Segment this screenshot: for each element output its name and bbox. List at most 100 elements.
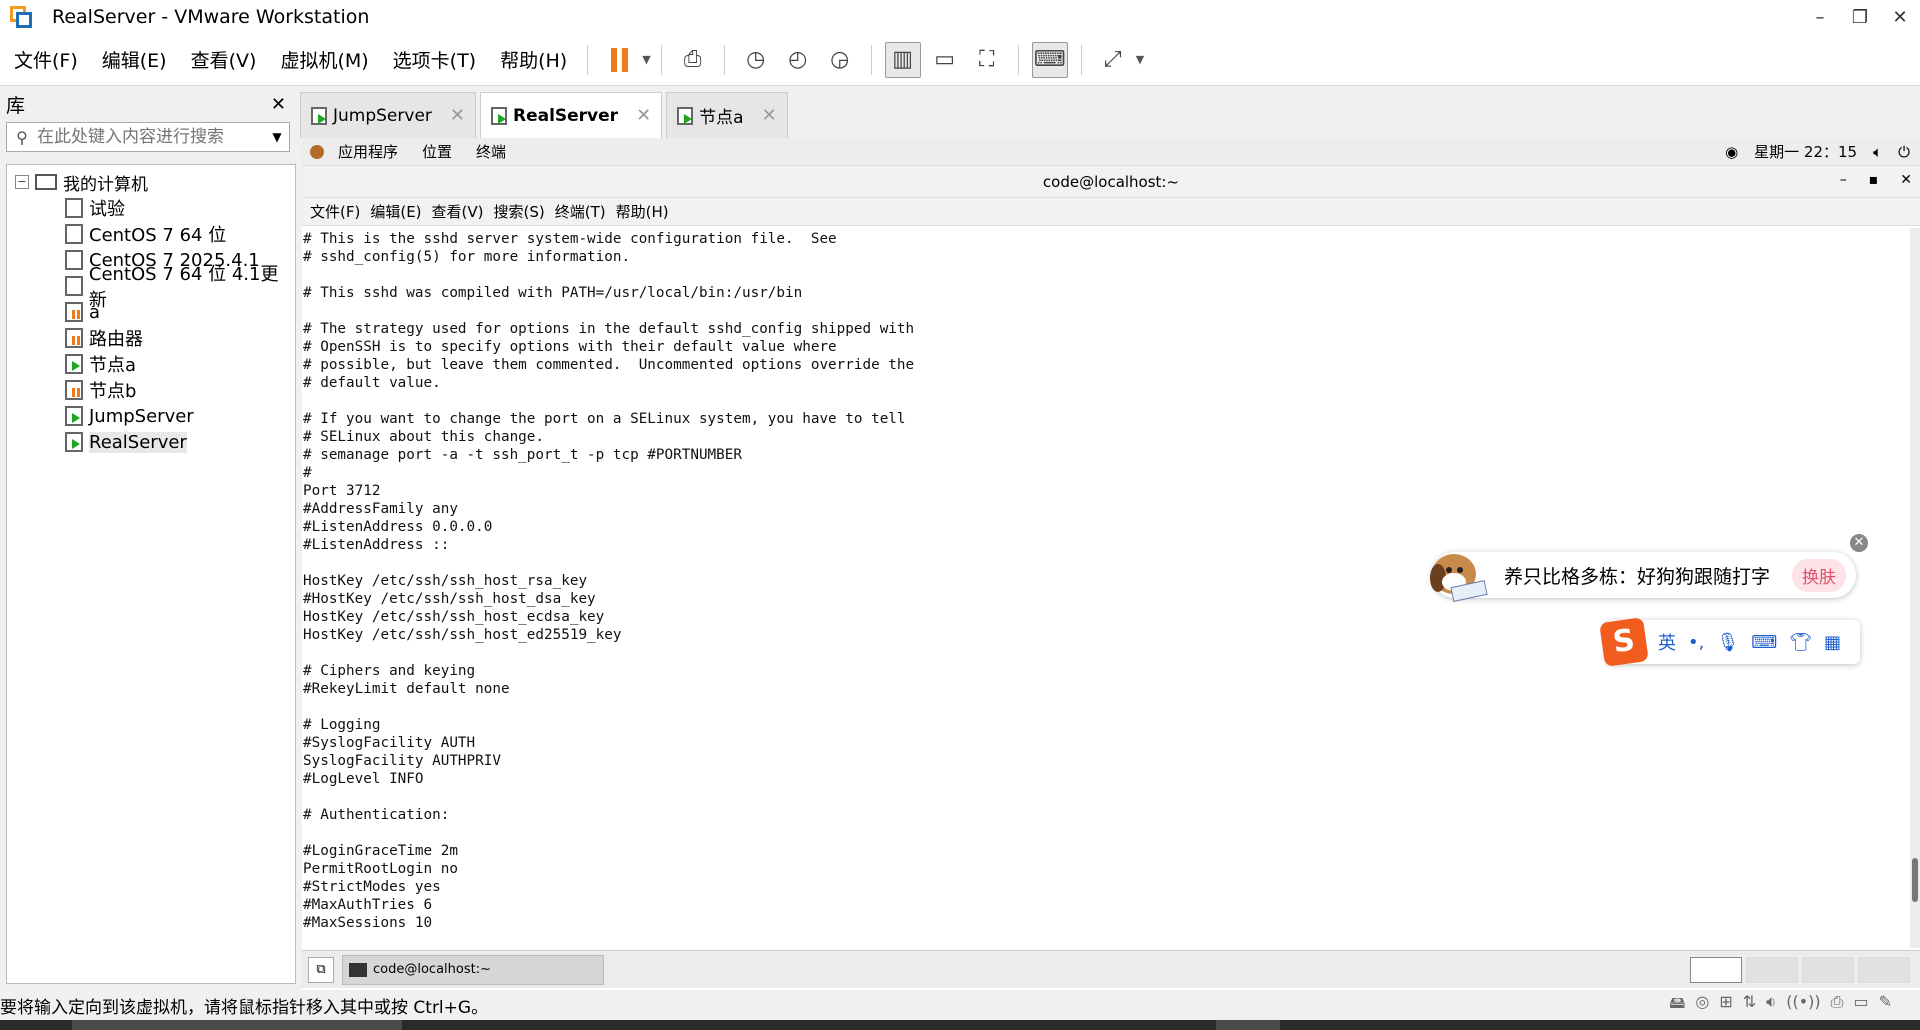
menu-tabs[interactable]: 选项卡(T)	[383, 46, 486, 73]
clock[interactable]: 星期一 22：15	[1754, 141, 1857, 162]
printer-icon[interactable]: ⎙	[1831, 992, 1844, 1019]
network-icon[interactable]: ⊞	[1719, 992, 1732, 1019]
tree-item[interactable]: 试验	[7, 195, 295, 221]
workspace-3[interactable]	[1802, 956, 1854, 983]
tab-close-icon[interactable]: ✕	[762, 105, 777, 126]
ime-punctuation-toggle[interactable]: •,	[1688, 632, 1704, 653]
library-title: 库	[6, 94, 26, 117]
revert-snapshot-icon[interactable]: ◴	[780, 42, 816, 78]
tab-close-icon[interactable]: ✕	[636, 105, 651, 126]
tree-item[interactable]: CentOS 7 64 位 4.1更新	[7, 264, 295, 311]
toolbox-icon[interactable]: ▦	[1824, 632, 1841, 653]
microphone-icon[interactable]: 🎙︎	[1716, 632, 1739, 653]
workspace-2[interactable]	[1746, 956, 1798, 983]
tab-node-a[interactable]: 节点a ✕	[666, 92, 788, 138]
pause-icon[interactable]	[601, 42, 637, 78]
show-desktop-icon[interactable]: ⧉	[308, 956, 334, 983]
window-list-label: code@localhost:~	[373, 962, 491, 977]
menu-edit[interactable]: 编辑(E)	[92, 46, 177, 73]
usb-icon[interactable]: ⇅	[1743, 992, 1756, 1019]
library-close-button[interactable]: ✕	[271, 94, 286, 115]
tree-item[interactable]: JumpServer	[7, 403, 295, 429]
menu-vm[interactable]: 虚拟机(M)	[270, 46, 378, 73]
gnome-top-bar: 应用程序 位置 终端 ◉ 星期一 22：15 🔈︎ ⏻	[302, 138, 1920, 166]
tree-item[interactable]: 路由器	[7, 325, 295, 351]
stretch-icon[interactable]: ⤢	[1095, 42, 1131, 78]
menu-view[interactable]: 查看(V)	[181, 46, 267, 73]
thumbnail-bar-icon[interactable]: ▭	[927, 42, 963, 78]
show-library-icon[interactable]: ▥	[884, 41, 921, 78]
toolbar-separator	[660, 44, 662, 75]
library-search: ⚲ ▼	[6, 122, 290, 152]
bluetooth-icon[interactable]: ((•))	[1786, 992, 1820, 1019]
status-bar: 要将输入定向到该虚拟机，请将鼠标指针移入其中或按 Ctrl+G。 🖴︎ ◎ ⊞ …	[0, 990, 1920, 1020]
tab-close-icon[interactable]: ✕	[450, 105, 465, 126]
workspace-1[interactable]	[1690, 956, 1742, 983]
tree-root[interactable]: − 我的计算机	[7, 169, 295, 195]
minimize-button[interactable]: –	[1800, 7, 1840, 28]
vm-running-icon	[677, 106, 694, 125]
volume-icon[interactable]: 🔈︎	[1873, 143, 1882, 161]
applications-menu[interactable]: 应用程序	[338, 141, 398, 162]
terminal-close-button[interactable]: ✕	[1900, 172, 1912, 188]
send-ctrl-alt-del-icon[interactable]: ⎙	[675, 42, 711, 78]
maximize-button[interactable]: ❐	[1840, 7, 1880, 28]
tree-item[interactable]: 节点b	[7, 377, 295, 403]
terminal-menu-view[interactable]: 查看(V)	[432, 201, 484, 222]
collapse-icon[interactable]: −	[15, 175, 29, 189]
tree-item-selected[interactable]: RealServer	[7, 429, 295, 455]
display-icon[interactable]: ▭	[1853, 992, 1868, 1019]
vm-running-icon	[490, 106, 507, 125]
sogou-logo-icon[interactable]: S	[1599, 617, 1649, 667]
ime-tip-close-button[interactable]: ✕	[1850, 534, 1868, 552]
terminal-menu-file[interactable]: 文件(F)	[310, 201, 360, 222]
snapshot-icon[interactable]: ◷	[738, 42, 774, 78]
search-input[interactable]	[37, 127, 265, 147]
tree-item-label: RealServer	[89, 431, 187, 453]
vm-icon	[65, 224, 83, 244]
terminal-menu-edit[interactable]: 编辑(E)	[370, 201, 421, 222]
terminal-minimize-button[interactable]: –	[1840, 172, 1847, 188]
tree-item-label: CentOS 7 64 位 4.1更新	[88, 264, 279, 311]
terminal-menu-help[interactable]: 帮助(H)	[616, 201, 669, 222]
keyboard-icon[interactable]: ⌨	[1751, 632, 1777, 653]
tree-item[interactable]: 节点a	[7, 351, 295, 377]
change-skin-button[interactable]: 换肤	[1792, 558, 1846, 592]
hard-disk-icon[interactable]: 🖴︎	[1669, 992, 1685, 1019]
menu-help[interactable]: 帮助(H)	[490, 46, 577, 73]
skin-icon[interactable]: 👕︎	[1789, 632, 1812, 653]
fullscreen-icon[interactable]: ⛶	[969, 42, 1005, 78]
toolbar-separator	[587, 44, 589, 75]
terminal-maximize-button[interactable]: ▪	[1869, 172, 1879, 188]
ime-tip-bubble[interactable]: 养只比格多栋：好狗狗跟随打字 换肤	[1430, 552, 1856, 602]
scrollbar-thumb[interactable]	[1912, 858, 1918, 902]
chevron-down-icon[interactable]: ▼	[265, 130, 289, 144]
console-view-icon[interactable]: ⌨	[1031, 41, 1068, 78]
close-button[interactable]: ✕	[1880, 7, 1920, 28]
ime-language-toggle[interactable]: 英	[1658, 629, 1676, 655]
tree-item[interactable]: CentOS 7 64 位	[7, 221, 295, 247]
library-tree: − 我的计算机 试验 CentOS 7 64 位 CentOS 7 2025.4…	[6, 164, 296, 984]
window-list-item[interactable]: code@localhost:~	[342, 954, 604, 985]
tab-realserver[interactable]: RealServer ✕	[479, 92, 663, 138]
status-message: 要将输入定向到该虚拟机，请将鼠标指针移入其中或按 Ctrl+G。	[0, 997, 489, 1018]
tree-item-label: CentOS 7 64 位	[89, 225, 227, 246]
library-panel: 库 ✕ ⚲ ▼ − 我的计算机 试验 CentOS 7 64 位 CentOS …	[0, 86, 296, 986]
chevron-down-icon[interactable]: ▼	[1136, 53, 1144, 66]
power-icon[interactable]: ⏻	[1898, 143, 1910, 161]
terminal-menu[interactable]: 终端	[476, 141, 506, 162]
places-menu[interactable]: 位置	[422, 141, 452, 162]
vm-running-icon	[311, 106, 327, 125]
snapshot-manager-icon[interactable]: ◶	[822, 42, 858, 78]
terminal-scrollbar[interactable]	[1910, 228, 1920, 948]
cd-dvd-icon[interactable]: ◎	[1695, 992, 1709, 1019]
terminal-menu-search[interactable]: 搜索(S)	[494, 201, 545, 222]
sound-icon[interactable]: 🔉︎	[1766, 992, 1776, 1019]
tab-jumpserver[interactable]: JumpServer ✕	[300, 92, 476, 138]
workspace-switcher	[1690, 956, 1910, 983]
chevron-down-icon[interactable]: ▼	[642, 53, 650, 66]
message-log-icon[interactable]: ✎	[1879, 992, 1892, 1019]
workspace-4[interactable]	[1858, 956, 1910, 983]
menu-file[interactable]: 文件(F)	[4, 46, 88, 73]
terminal-menu-terminal[interactable]: 终端(T)	[555, 201, 606, 222]
